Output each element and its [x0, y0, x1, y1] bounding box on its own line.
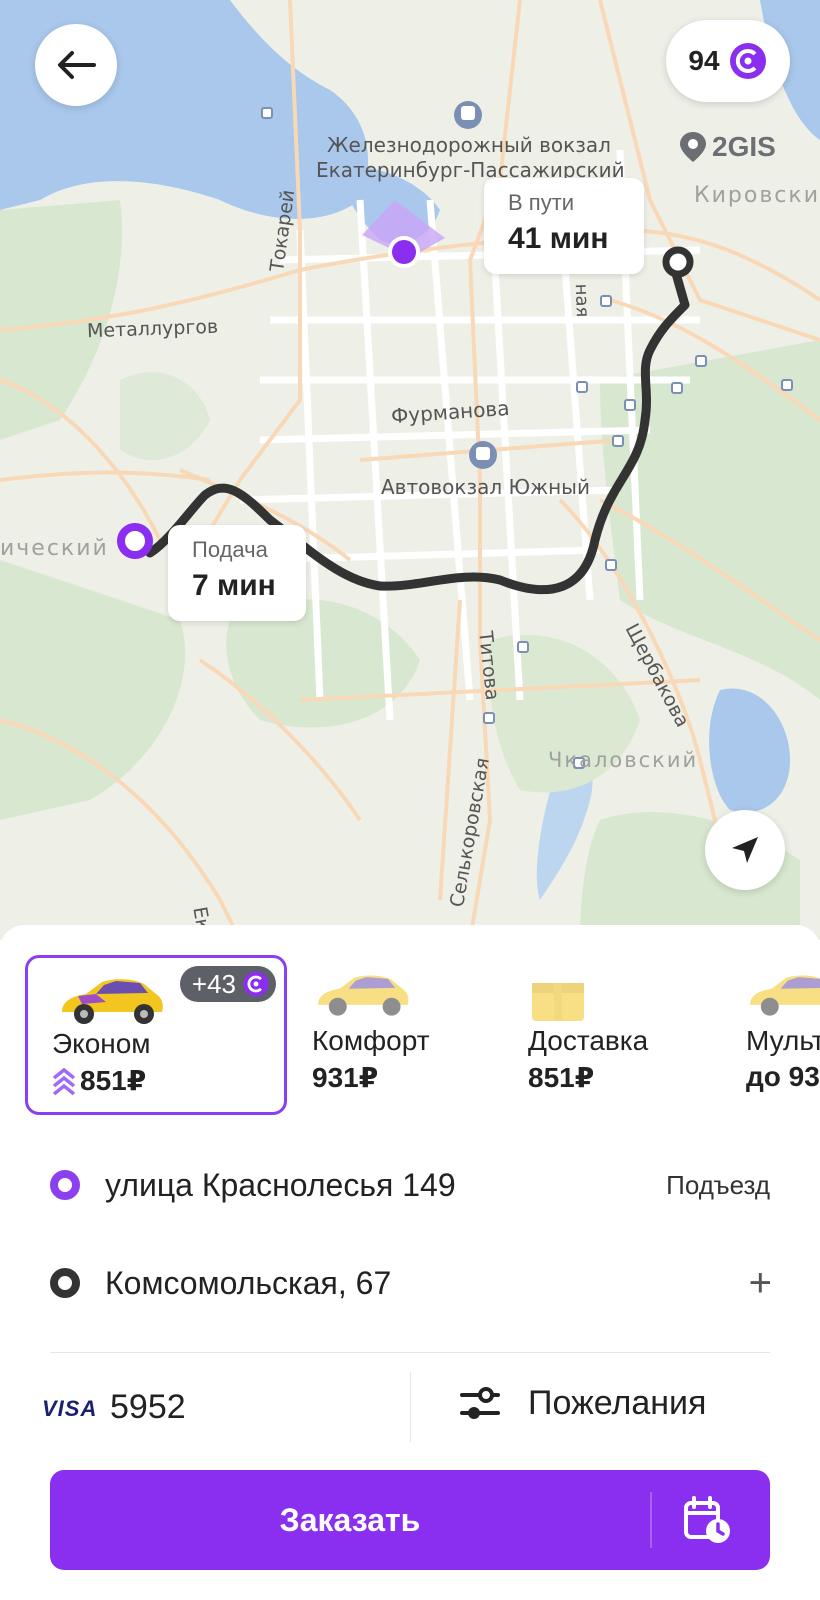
map-label-metallurgov: Металлургов [86, 315, 219, 343]
surge-chevrons-icon [52, 1067, 76, 1095]
map-provider-text: 2GIS [712, 131, 776, 162]
tariff-name: Комфорт [312, 1025, 430, 1056]
map-view[interactable]: Железнодорожный вокзал Екатеринбург-Пасс… [0, 0, 820, 940]
bonus-badge: +43 [179, 966, 276, 1002]
tariff-price-value: 851₽ [80, 1065, 147, 1096]
wishes-label: Пожелания [528, 1384, 707, 1422]
sliders-icon [460, 1386, 500, 1419]
map-label-chkalovsky: Чкаловский [548, 748, 699, 772]
bonus-coin-icon [729, 43, 766, 79]
order-sheet: +43 Эконом 851₽ Комфорт 931₽ Доставка 85… [0, 925, 820, 1600]
map-label-bus-station: Автовокзал Южный [381, 475, 590, 499]
tariff-price-value: 851₽ [528, 1062, 595, 1093]
destination-address[interactable]: Комсомольская, 67 [105, 1265, 391, 1302]
tariff-name: Мульт [746, 1025, 820, 1056]
order-button-separator [650, 1492, 652, 1548]
origin-address[interactable]: улица Краснолесья 149 [105, 1167, 456, 1204]
back-button[interactable] [35, 24, 117, 106]
bonus-coin-icon [243, 971, 269, 997]
tariff-price: 851₽ [52, 1064, 146, 1097]
order-button-label: Заказать [279, 1501, 421, 1538]
trip-time-caption: В пути [508, 190, 575, 215]
my-location-button[interactable] [705, 810, 785, 890]
visa-logo: VISA [42, 1396, 98, 1421]
tariff-price-value: до 93 [746, 1061, 820, 1092]
bonus-points-button[interactable]: 94 [666, 20, 790, 102]
bonus-badge-value: +43 [191, 968, 236, 999]
navigation-arrow-icon [732, 837, 758, 863]
trip-time-value: 41 мин [508, 222, 609, 255]
tariff-name: Эконом [52, 1028, 151, 1059]
route-to-row[interactable]: Комсомольская, 67 + [0, 1235, 820, 1331]
tariff-delivery[interactable]: Доставка 851₽ [512, 955, 722, 1115]
map-label-station-1: Железнодорожный вокзал [327, 133, 611, 157]
tariff-name: Доставка [528, 1025, 649, 1056]
schedule-calendar-icon[interactable] [678, 1495, 738, 1547]
tariff-price: 931₽ [312, 1061, 378, 1094]
car-multi-icon [750, 975, 820, 1016]
pickup-time-caption: Подача [192, 537, 268, 562]
arrow-left-icon [58, 51, 96, 79]
car-comfort-icon [318, 975, 409, 1016]
card-last-digits: 5952 [110, 1388, 186, 1426]
map-provider-logo: 2GIS [678, 130, 776, 164]
map-label-kirovsky: Кировский [694, 183, 820, 208]
add-stop-button[interactable]: + [749, 1261, 772, 1306]
vertical-divider [410, 1372, 411, 1442]
pickup-time-bubble: Подача 7 мин [168, 525, 306, 621]
map-label-naya: ная [570, 283, 593, 318]
parcel-box-icon [532, 983, 584, 1021]
tariff-comfort[interactable]: Комфорт 931₽ [300, 955, 500, 1115]
divider [50, 1352, 770, 1353]
tariff-price-value: 931₽ [312, 1062, 379, 1093]
map-label-nicheskiy: ический [0, 536, 109, 561]
car-yellow-icon [62, 979, 163, 1024]
origin-dot-icon [50, 1170, 80, 1200]
tariff-price: 851₽ [528, 1061, 594, 1094]
taxi-order-screen: Железнодорожный вокзал Екатеринбург-Пасс… [0, 0, 820, 1600]
route-from-row[interactable]: улица Краснолесья 149 Подъезд [0, 1137, 820, 1233]
order-button[interactable]: Заказать [50, 1470, 770, 1570]
destination-dot-icon [50, 1268, 80, 1298]
payment-row: VISA 5952 Пожелания [0, 1362, 820, 1458]
bonus-points-value: 94 [688, 45, 720, 76]
payment-method-button[interactable]: VISA 5952 [0, 1362, 400, 1458]
pickup-time-value: 7 мин [192, 569, 276, 602]
wishes-button[interactable]: Пожелания [460, 1384, 706, 1423]
tariff-price: до 93 [746, 1061, 820, 1093]
map-pin-icon [680, 132, 706, 162]
tariff-economy[interactable]: +43 Эконом 851₽ [25, 955, 287, 1115]
trip-time-bubble: В пути 41 мин [484, 178, 644, 274]
entrance-button[interactable]: Подъезд [666, 1170, 770, 1201]
tariff-multi[interactable]: Мульт до 93 [728, 955, 820, 1115]
tariff-carousel[interactable]: +43 Эконом 851₽ Комфорт 931₽ Доставка 85… [0, 955, 820, 1125]
